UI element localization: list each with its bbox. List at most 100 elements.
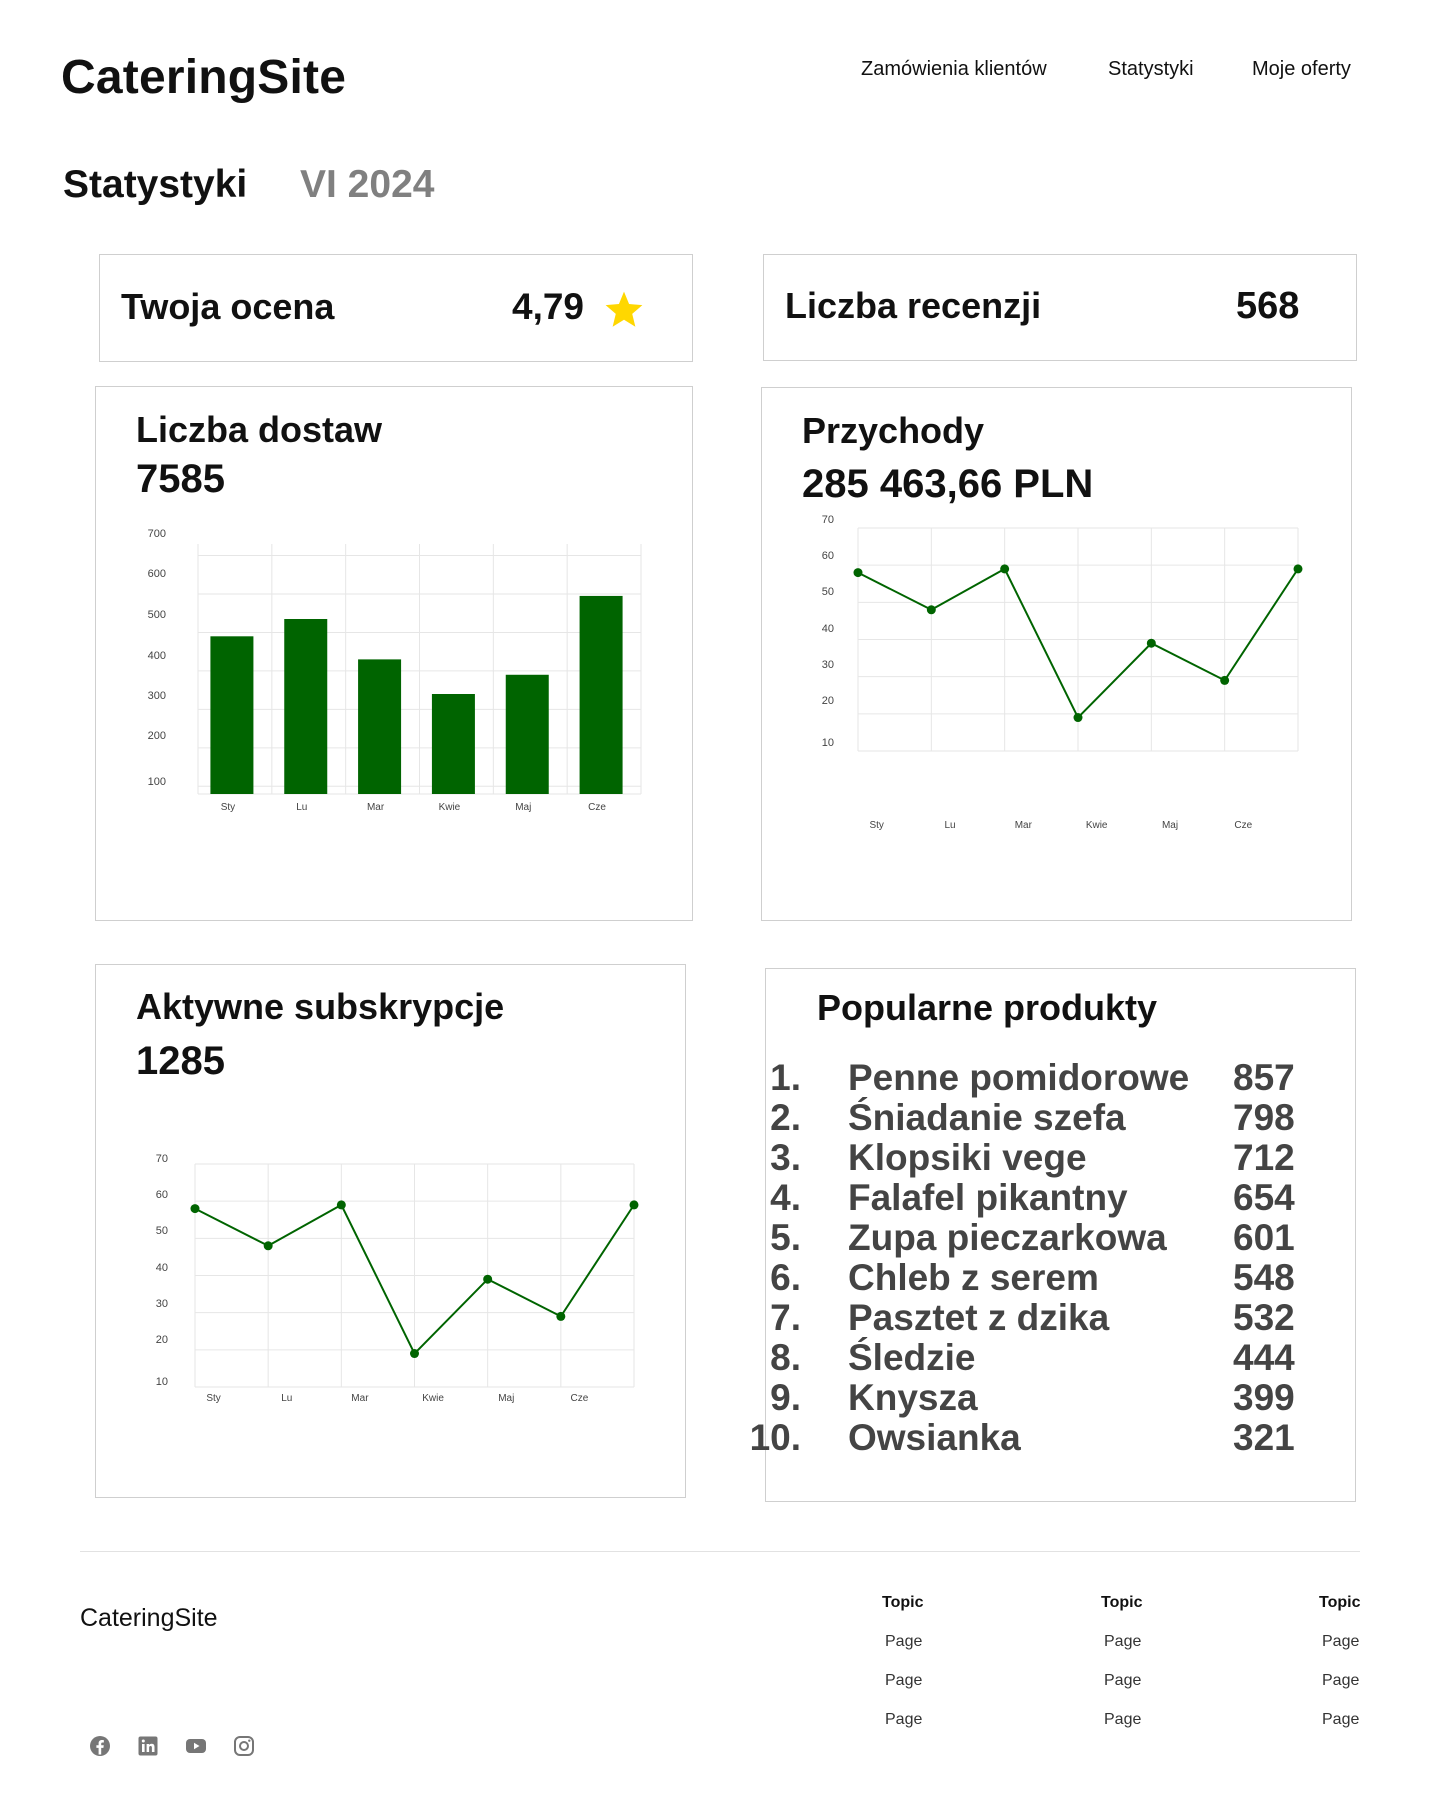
y-tick-label: 200 bbox=[148, 730, 166, 742]
product-rank: 8. bbox=[770, 1337, 801, 1378]
product-count: 399 bbox=[1233, 1377, 1295, 1418]
bar bbox=[579, 595, 623, 794]
y-tick-label: 40 bbox=[822, 623, 834, 635]
star-icon bbox=[605, 291, 643, 327]
y-tick-label: 300 bbox=[148, 690, 166, 702]
footer-link[interactable]: Page bbox=[1104, 1672, 1141, 1690]
data-point bbox=[483, 1274, 493, 1284]
product-rank: 4. bbox=[770, 1177, 801, 1218]
list-item: 9. Knysza 399 bbox=[766, 1377, 1306, 1418]
footer-link[interactable]: Page bbox=[1322, 1672, 1359, 1690]
data-point bbox=[1073, 713, 1083, 723]
site-logo[interactable]: CateringSite bbox=[61, 50, 346, 105]
nav-link-statistics[interactable]: Statystyki bbox=[1108, 58, 1194, 81]
product-name: Chleb z serem bbox=[848, 1257, 1099, 1298]
footer-divider bbox=[80, 1551, 1360, 1552]
data-point bbox=[263, 1241, 273, 1251]
nav-link-customer-orders[interactable]: Zamówienia klientów bbox=[861, 58, 1047, 81]
bar bbox=[505, 674, 549, 794]
subscriptions-line-chart: 10 20 30 40 50 60 70 Sty Lu Mar Kwie Maj Cze bbox=[156, 1153, 639, 1404]
rating-label: Twoja ocena bbox=[121, 286, 335, 327]
product-count: 654 bbox=[1233, 1177, 1295, 1218]
footer-link[interactable]: Page bbox=[1322, 1633, 1359, 1651]
page-period: VI 2024 bbox=[300, 163, 435, 206]
y-tick-label: 60 bbox=[822, 550, 834, 562]
nav-link-my-offers[interactable]: Moje oferty bbox=[1252, 58, 1351, 81]
revenue-card: Przychody 285 463,66 PLN 10 20 30 40 50 60 70 S… bbox=[761, 387, 1352, 921]
x-tick-label: Cze bbox=[588, 802, 606, 813]
page-title: Statystyki bbox=[63, 163, 248, 206]
bar bbox=[358, 659, 402, 794]
reviews-label: Liczba recenzji bbox=[785, 285, 1042, 326]
reviews-card: Liczba recenzji 568 bbox=[763, 254, 1357, 361]
footer-link[interactable]: Page bbox=[1322, 1711, 1359, 1729]
chart-grid bbox=[197, 544, 642, 795]
y-tick-label: 50 bbox=[822, 586, 834, 598]
x-tick-label: Cze bbox=[571, 1393, 589, 1404]
product-rank: 2. bbox=[770, 1097, 801, 1138]
y-tick-label: 50 bbox=[156, 1225, 168, 1237]
footer-link[interactable]: Page bbox=[885, 1711, 922, 1729]
product-rank: 7. bbox=[770, 1297, 801, 1338]
bar bbox=[210, 636, 254, 794]
x-tick-label: Maj bbox=[1162, 820, 1178, 831]
x-tick-label: Sty bbox=[869, 820, 883, 831]
instagram-icon[interactable] bbox=[232, 1734, 256, 1758]
popular-products-label: Popularne produkty bbox=[817, 987, 1158, 1028]
bar bbox=[431, 694, 475, 794]
product-rank: 1. bbox=[770, 1057, 801, 1098]
product-name: Penne pomidorowe bbox=[848, 1057, 1190, 1098]
youtube-icon[interactable] bbox=[184, 1734, 208, 1758]
footer-link[interactable]: Page bbox=[885, 1633, 922, 1651]
reviews-value: 568 bbox=[1236, 285, 1300, 327]
product-name: Falafel pikantny bbox=[848, 1177, 1128, 1218]
x-tick-label: Kwie bbox=[422, 1393, 444, 1404]
x-tick-label: Mar bbox=[367, 802, 385, 813]
data-point bbox=[629, 1200, 639, 1210]
y-tick-label: 20 bbox=[156, 1334, 168, 1346]
x-tick-label: Mar bbox=[351, 1393, 369, 1404]
product-rank: 9. bbox=[770, 1377, 801, 1418]
list-item: 4. Falafel pikantny 654 bbox=[766, 1177, 1306, 1218]
footer-link[interactable]: Page bbox=[1104, 1711, 1141, 1729]
data-point bbox=[410, 1349, 419, 1359]
data-point bbox=[1146, 638, 1156, 648]
list-item: 1. Penne pomidorowe 857 bbox=[766, 1057, 1306, 1098]
product-count: 532 bbox=[1233, 1297, 1295, 1338]
y-tick-label: 40 bbox=[156, 1262, 168, 1274]
footer-link[interactable]: Page bbox=[1104, 1633, 1141, 1651]
product-count: 601 bbox=[1233, 1217, 1295, 1258]
x-tick-label: Maj bbox=[515, 802, 531, 813]
y-tick-label: 600 bbox=[148, 568, 166, 580]
data-point bbox=[1220, 675, 1230, 685]
footer-brand[interactable]: CateringSite bbox=[80, 1604, 218, 1633]
deliveries-card: Liczba dostaw 7585 100 200 300 400 500 600 700… bbox=[95, 386, 693, 921]
y-tick-label: 10 bbox=[822, 737, 834, 749]
list-item: 6. Chleb z serem 548 bbox=[766, 1257, 1306, 1298]
x-tick-label: Kwie bbox=[1086, 820, 1108, 831]
x-tick-label: Sty bbox=[206, 1393, 220, 1404]
data-point bbox=[853, 568, 863, 578]
rating-value: 4,79 bbox=[512, 286, 585, 327]
linkedin-icon[interactable] bbox=[136, 1734, 160, 1758]
product-count: 321 bbox=[1233, 1417, 1295, 1458]
rating-card: Twoja ocena 4,79 bbox=[99, 254, 693, 362]
subscriptions-card: Aktywne subskrypcje 1285 10 20 30 40 50 60 70 S… bbox=[95, 964, 686, 1498]
footer-topic-2: Topic bbox=[1101, 1594, 1143, 1611]
data-point bbox=[1293, 564, 1303, 574]
y-tick-label: 500 bbox=[148, 609, 166, 621]
y-tick-label: 30 bbox=[156, 1298, 168, 1310]
product-name: Pasztet z dzika bbox=[848, 1297, 1110, 1338]
facebook-icon[interactable] bbox=[88, 1734, 112, 1758]
data-point bbox=[556, 1311, 566, 1321]
x-tick-label: Mar bbox=[1015, 820, 1033, 831]
product-count: 712 bbox=[1233, 1137, 1295, 1178]
x-tick-label: Cze bbox=[1234, 820, 1252, 831]
data-point bbox=[336, 1200, 346, 1210]
footer-link[interactable]: Page bbox=[885, 1672, 922, 1690]
list-item: 10. Owsianka 321 bbox=[750, 1417, 1306, 1458]
y-tick-label: 70 bbox=[822, 514, 834, 526]
product-rank: 6. bbox=[770, 1257, 801, 1298]
product-rank: 5. bbox=[770, 1217, 801, 1258]
x-tick-label: Kwie bbox=[439, 802, 461, 813]
